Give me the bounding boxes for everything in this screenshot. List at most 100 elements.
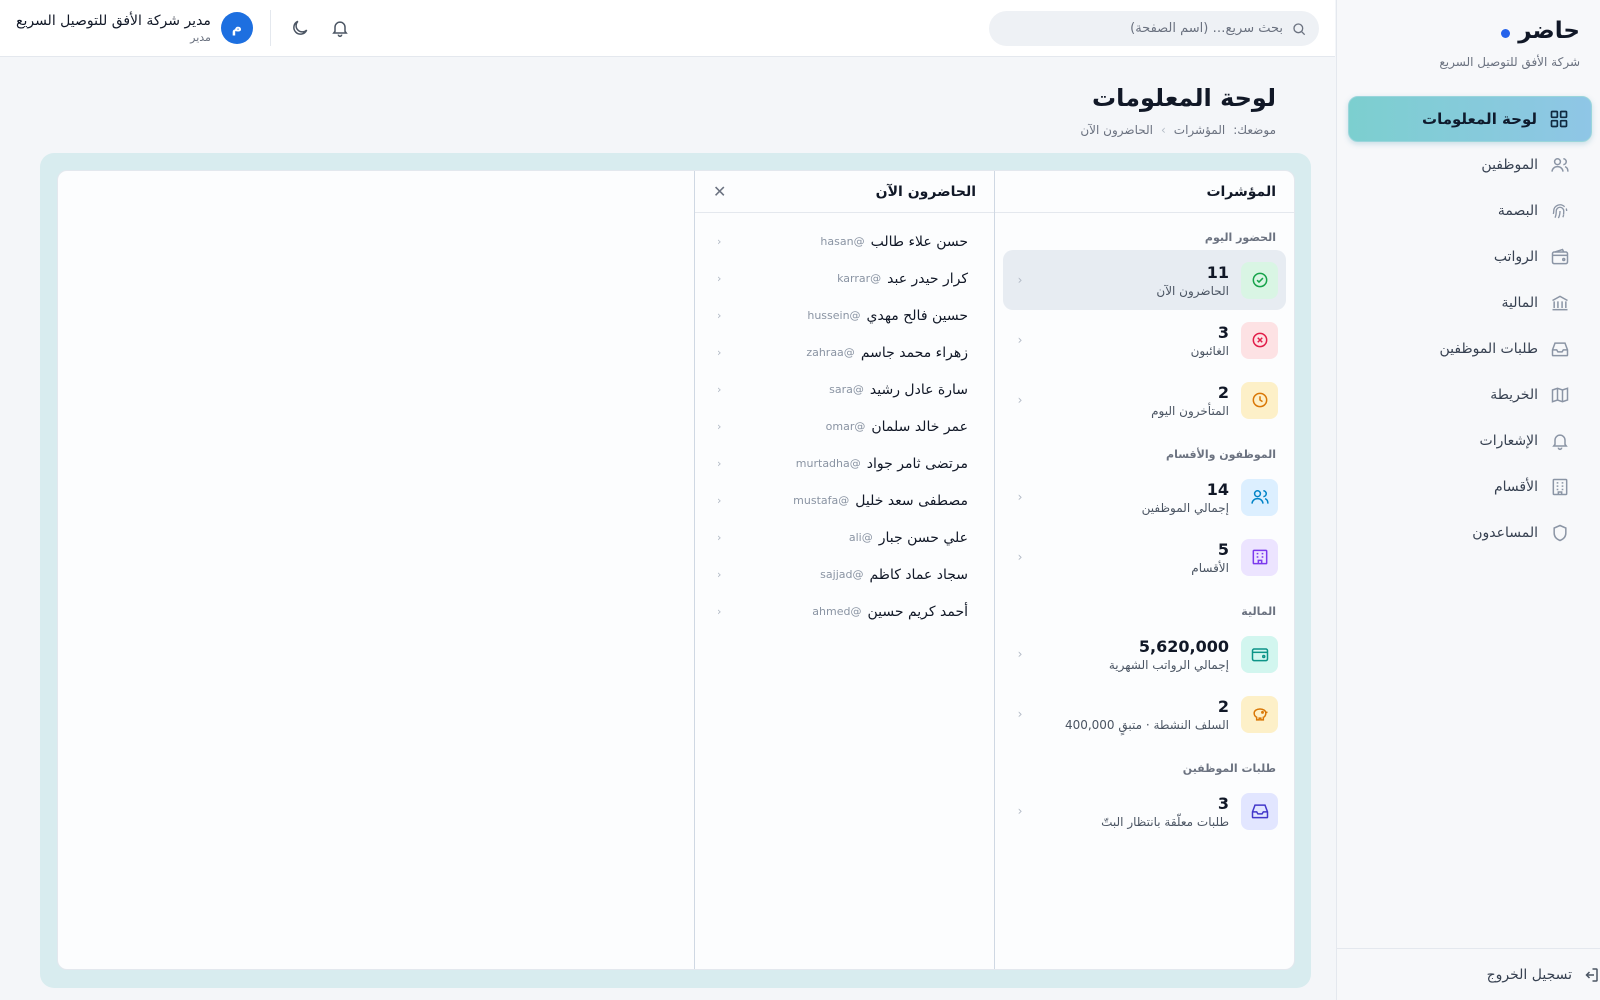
- list-item[interactable]: عمر خالد سلمان omar@ ‹: [695, 408, 994, 445]
- users-icon: [1550, 155, 1570, 175]
- wallet-icon: [1241, 635, 1278, 673]
- logout-button[interactable]: تسجيل الخروج: [1336, 948, 1600, 1000]
- stat-value: 3: [1217, 322, 1229, 342]
- indicators-title: المؤشرات: [1206, 183, 1276, 200]
- sidebar-item-dashboard[interactable]: لوحة المعلومات: [1348, 96, 1592, 142]
- sidebar-item-notifications[interactable]: الإشعارات: [1348, 418, 1592, 464]
- stat-value: 5: [1217, 539, 1229, 559]
- breadcrumb-separator: ›: [1160, 123, 1166, 137]
- chevron-left-icon: ‹: [1017, 273, 1023, 287]
- person-username: ahmed@: [812, 605, 862, 618]
- sidebar-item-label: طلبات الموظفين: [1439, 341, 1539, 357]
- chevron-left-icon: ‹: [1017, 393, 1023, 407]
- sidebar-item-label: البصمة: [1497, 203, 1538, 219]
- stat-late-today[interactable]: 2 المتأخرون اليوم ‹: [1003, 370, 1286, 430]
- list-item[interactable]: كرار حيدر عبد karrar@ ‹: [695, 260, 994, 297]
- sidebar-item-label: الخريطة: [1490, 387, 1538, 403]
- sidebar-item-employee-requests[interactable]: طلبات الموظفين: [1348, 326, 1592, 372]
- stat-total-employees[interactable]: 14 إجمالي الموظفين ‹: [1003, 467, 1286, 527]
- bell-icon[interactable]: [330, 18, 350, 38]
- stat-active-advances[interactable]: 2 السلف النشطة · متبقٍ 400,000 ‹: [1003, 684, 1286, 744]
- sidebar-item-label: المساعدون: [1472, 525, 1538, 541]
- person-name: سارة عادل رشيد: [869, 381, 968, 398]
- list-item[interactable]: سارة عادل رشيد sara@ ‹: [695, 371, 994, 408]
- person-username: sara@: [829, 383, 864, 396]
- sidebar-item-salaries[interactable]: الرواتب: [1348, 234, 1592, 280]
- person-name: علي حسن جبار: [878, 529, 968, 546]
- stat-pending-requests[interactable]: 3 طلبات معلّقة بانتظار البتّ ‹: [1003, 781, 1286, 841]
- person-username: ali@: [848, 531, 873, 544]
- bank-icon: [1550, 293, 1570, 313]
- sidebar-item-employees[interactable]: الموظفين: [1348, 142, 1592, 188]
- search-input[interactable]: [1001, 21, 1283, 36]
- brand[interactable]: حاضر: [1501, 18, 1580, 44]
- list-item[interactable]: سجاد عماد كاظم sajjad@ ‹: [695, 556, 994, 593]
- quick-search[interactable]: [989, 11, 1319, 46]
- person-username: hussein@: [807, 309, 861, 322]
- chevron-left-icon: ‹: [1017, 707, 1023, 721]
- fingerprint-icon: [1550, 201, 1570, 221]
- person-name: عمر خالد سلمان: [871, 418, 968, 435]
- sidebar-item-departments[interactable]: الأقسام: [1348, 464, 1592, 510]
- person-username: omar@: [825, 420, 866, 433]
- indicators-header: المؤشرات: [995, 171, 1294, 213]
- chevron-left-icon: ‹: [1017, 550, 1023, 564]
- breadcrumb-item-indicators[interactable]: المؤشرات: [1174, 123, 1225, 137]
- chevron-left-icon: ‹: [1017, 333, 1023, 347]
- person-name: كرار حيدر عبد: [887, 270, 968, 287]
- stat-label: إجمالي الموظفين: [1141, 500, 1229, 515]
- topbar-divider: [270, 10, 271, 46]
- list-item[interactable]: أحمد كريم حسين ahmed@ ‹: [695, 593, 994, 630]
- list-item[interactable]: مصطفى سعد خليل mustafa@ ‹: [695, 482, 994, 519]
- topbar: مدير شركة الأفق للتوصيل السريع مدير م: [0, 0, 1335, 57]
- indicators-panel: المؤشرات الحضور اليوم 11 الحاضرون الآن ‹ …: [994, 171, 1294, 969]
- sidebar-item-label: الموظفين: [1481, 157, 1538, 173]
- section-label-requests: طلبات الموظفين: [1182, 762, 1276, 775]
- stat-total-salaries[interactable]: 5,620,000 إجمالي الرواتب الشهرية ‹: [1003, 624, 1286, 684]
- list-item[interactable]: زهراء محمد جاسم zahraa@ ‹: [695, 334, 994, 371]
- stat-present-now[interactable]: 11 الحاضرون الآن ‹: [1003, 250, 1286, 310]
- list-item[interactable]: مرتضى ثامر جواد murtadha@ ‹: [695, 445, 994, 482]
- sidebar-item-label: الأقسام: [1494, 479, 1538, 495]
- chevron-left-icon: ‹: [717, 383, 722, 396]
- person-name: حسين فالح مهدي: [866, 307, 968, 324]
- person-name: مرتضى ثامر جواد: [866, 455, 968, 472]
- breadcrumb-item-present[interactable]: الحاضرون الآن: [1080, 123, 1153, 137]
- chevron-left-icon: ‹: [717, 272, 722, 285]
- stat-label: المتأخرون اليوم: [1151, 403, 1229, 418]
- logout-icon: [1582, 966, 1600, 984]
- sidebar-item-fingerprint[interactable]: البصمة: [1348, 188, 1592, 234]
- chevron-left-icon: ‹: [717, 531, 722, 544]
- sidebar-item-label: المالية: [1501, 295, 1538, 311]
- bell-icon: [1550, 431, 1570, 451]
- close-icon[interactable]: ✕: [713, 182, 726, 201]
- moon-icon[interactable]: [290, 18, 310, 38]
- person-username: karrar@: [837, 272, 882, 285]
- stat-value: 2: [1217, 382, 1229, 402]
- chevron-left-icon: ‹: [1017, 490, 1023, 504]
- sidebar-item-map[interactable]: الخريطة: [1348, 372, 1592, 418]
- user-name: مدير شركة الأفق للتوصيل السريع: [16, 12, 211, 29]
- logout-label: تسجيل الخروج: [1486, 966, 1572, 983]
- person-username: zahraa@: [806, 346, 855, 359]
- chevron-left-icon: ‹: [717, 235, 722, 248]
- chevron-left-icon: ‹: [717, 346, 722, 359]
- sidebar-item-assistants[interactable]: المساعدون: [1348, 510, 1592, 556]
- chevron-left-icon: ‹: [717, 494, 722, 507]
- list-item[interactable]: حسين فالح مهدي hussein@ ‹: [695, 297, 994, 334]
- stat-absent[interactable]: 3 الغائبون ‹: [1003, 310, 1286, 370]
- sidebar-item-finance[interactable]: المالية: [1348, 280, 1592, 326]
- user-menu[interactable]: مدير شركة الأفق للتوصيل السريع مدير م: [16, 12, 253, 44]
- avatar[interactable]: م: [220, 12, 253, 44]
- stat-label: السلف النشطة · متبقٍ 400,000: [1064, 717, 1229, 732]
- list-item[interactable]: حسن علاء طالب hasan@ ‹: [695, 223, 994, 260]
- section-label-finance: المالية: [1241, 605, 1276, 618]
- users-icon: [1241, 478, 1278, 516]
- present-now-header: الحاضرون الآن ✕: [695, 171, 994, 213]
- list-item[interactable]: علي حسن جبار ali@ ‹: [695, 519, 994, 556]
- stat-label: طلبات معلّقة بانتظار البتّ: [1101, 814, 1229, 829]
- stat-departments[interactable]: 5 الأقسام ‹: [1003, 527, 1286, 587]
- person-name: سجاد عماد كاظم: [869, 566, 968, 583]
- chevron-left-icon: ‹: [717, 457, 722, 470]
- search-icon: [1291, 21, 1307, 37]
